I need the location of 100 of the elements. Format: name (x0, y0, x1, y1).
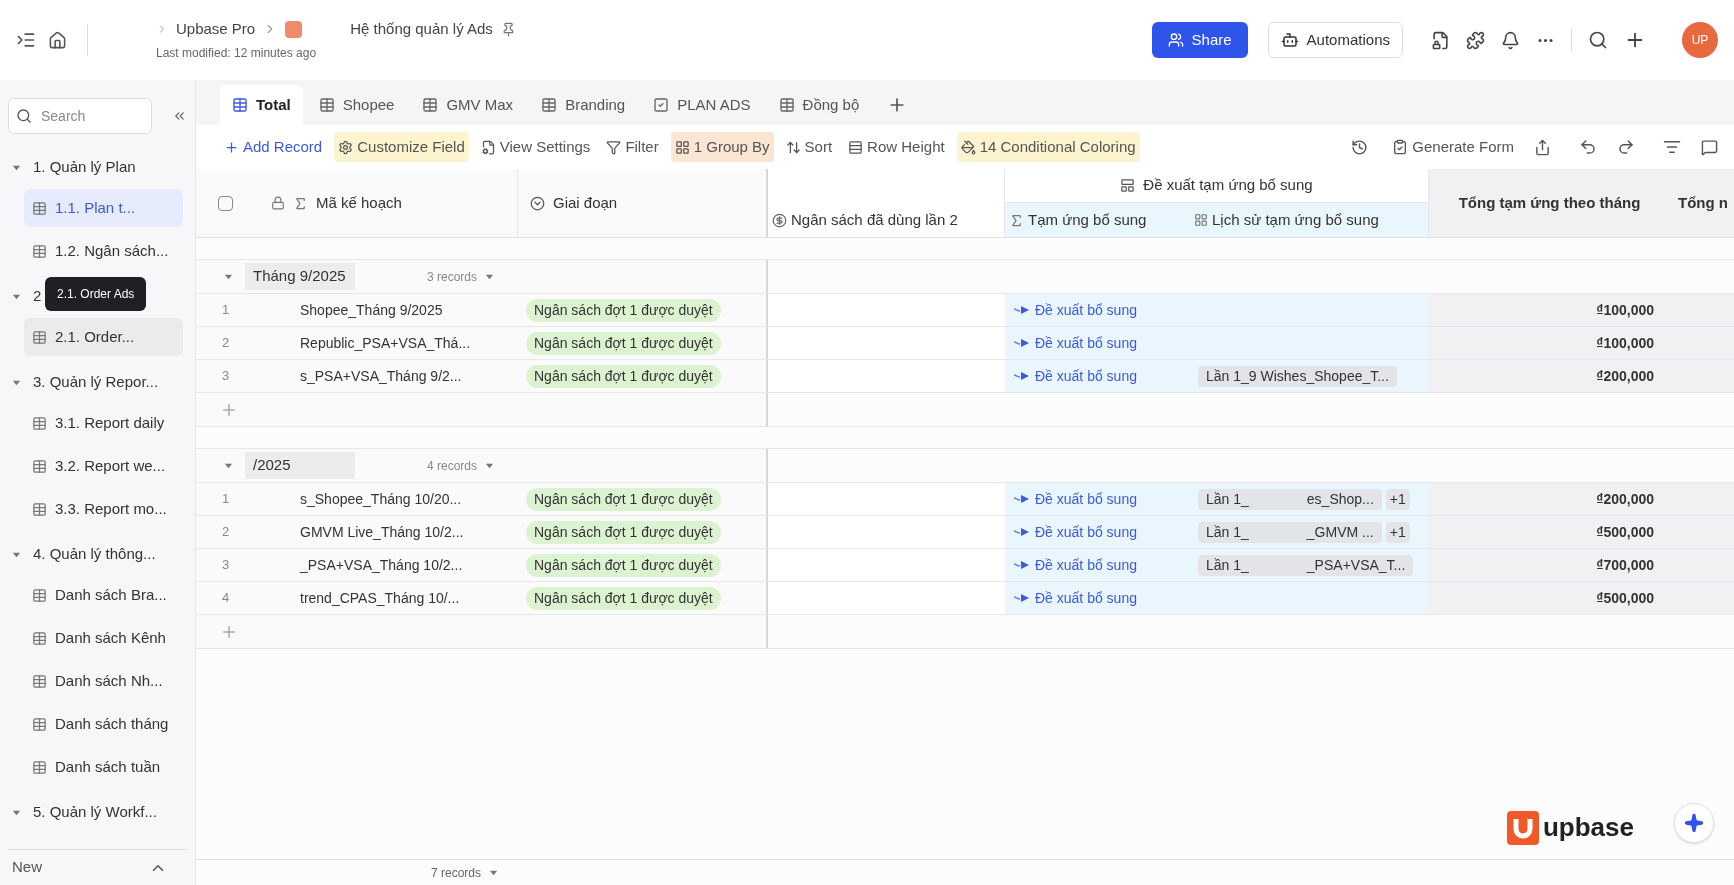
sidebar-item[interactable]: Danh sách tháng (24, 705, 183, 743)
status-tag: Ngân sách đợt 1 được duyệt (526, 520, 721, 544)
column-header[interactable]: Giai đoạn (518, 169, 768, 237)
toolbar-button[interactable]: Filter (602, 132, 663, 162)
puzzle-icon[interactable] (1466, 30, 1485, 50)
amount-cell: ₫200,000 (1428, 360, 1670, 392)
clipboard-icon (1392, 139, 1409, 155)
share-button[interactable]: Share (1151, 22, 1248, 58)
sidebar-item[interactable]: 2.1. Order... (24, 318, 183, 356)
sparkle-icon (1684, 813, 1704, 833)
dropdown-icon (530, 195, 545, 211)
table-icon (232, 97, 248, 113)
status-tag: Ngân sách đợt 1 được duyệt (526, 298, 721, 322)
layout-icon (1120, 178, 1136, 193)
redo-icon[interactable] (1617, 138, 1635, 156)
robot-icon (1280, 31, 1299, 49)
table-icon (422, 97, 439, 113)
record-tag: Lần 1_ es_Shop... (1198, 488, 1382, 510)
arrow-icon (1013, 371, 1031, 381)
sidebar-item[interactable]: 1.1. Plan t... (24, 189, 183, 227)
group-label: /2025 (245, 452, 355, 479)
sidebar-group[interactable]: 1. Quản lý Plan (0, 156, 136, 179)
document-icon[interactable] (1431, 30, 1450, 50)
pin-icon[interactable] (500, 21, 516, 37)
plus-icon (224, 139, 239, 155)
sidebar-group[interactable]: 5. Quản lý Workf... (0, 801, 157, 824)
view-tab[interactable]: PLAN ADS (641, 85, 763, 125)
sidebar-item[interactable]: 1.2. Ngân sách... (24, 232, 183, 270)
rows-icon (848, 139, 864, 155)
caret-icon[interactable] (12, 378, 21, 387)
last-modified: Last modified: 12 minutes ago (156, 45, 318, 63)
base-title: Hệ thống quản lý Ads (350, 18, 493, 39)
toolbar-button[interactable]: Customize Field (334, 132, 469, 162)
gear-icon (338, 139, 354, 155)
currency-icon (772, 212, 787, 228)
toolbar-button[interactable]: Sort (781, 132, 837, 162)
filter-icon (606, 139, 622, 155)
caret-icon[interactable] (12, 163, 21, 172)
new-button[interactable]: New (12, 856, 42, 879)
caret-icon[interactable] (489, 868, 499, 877)
caret-icon[interactable] (12, 292, 21, 301)
view-tab[interactable]: Đồng bộ (766, 85, 872, 125)
sidebar-item[interactable]: Danh sách Nh... (24, 662, 183, 700)
comment-icon[interactable] (1701, 138, 1718, 156)
table-icon (32, 673, 47, 689)
share-icon[interactable] (1534, 138, 1551, 156)
sidebar-item[interactable]: Danh sách Bra... (24, 576, 183, 614)
record-count[interactable]: 3 records (427, 267, 495, 286)
column-header[interactable]: Tạm ứng bổ sung (1005, 203, 1190, 237)
view-tab[interactable]: Branding (529, 85, 638, 125)
view-tab[interactable]: Shopee (306, 85, 407, 125)
history-icon[interactable] (1351, 138, 1369, 156)
total-records[interactable]: 7 records (431, 863, 499, 882)
view-tab[interactable]: Total (220, 85, 303, 125)
record-count[interactable]: 4 records (427, 456, 495, 475)
table-icon (541, 97, 558, 113)
toolbar-button[interactable]: View Settings (476, 132, 595, 162)
base-icon (285, 20, 303, 38)
caret-icon[interactable] (485, 461, 495, 470)
column-header[interactable]: Mã kế hoạch (255, 169, 518, 237)
sidebar-item[interactable]: Danh sách tuần (24, 748, 183, 786)
breadcrumb-link[interactable]: Upbase Pro (176, 17, 256, 41)
view-tab[interactable]: GMV Max (410, 85, 526, 125)
sidebar-toggle-icon[interactable] (16, 30, 36, 50)
table-icon (318, 97, 335, 113)
sidebar-group[interactable]: 3. Quản lý Repor... (0, 371, 159, 394)
sidebar-item[interactable]: Danh sách Kênh (24, 619, 183, 657)
caret-icon[interactable] (224, 272, 233, 281)
toolbar-button[interactable]: Add Record (220, 132, 327, 162)
notification-icon[interactable] (1501, 30, 1520, 50)
column-header[interactable]: Tổng n (1670, 169, 1734, 237)
toolbar-button[interactable]: 1 Group By (670, 132, 774, 162)
sidebar-item[interactable]: 3.1. Report daily (24, 404, 183, 442)
toolbar-button[interactable]: 14 Conditional Coloring (956, 132, 1140, 162)
column-header[interactable]: Tổng tạm ứng theo tháng (1428, 169, 1670, 237)
search-icon[interactable] (1588, 30, 1608, 50)
toolbar-button[interactable]: Row Height (844, 132, 949, 162)
column-header[interactable]: Lịch sử tạm ứng bổ sung (1190, 203, 1428, 237)
sidebar-item[interactable]: 3.3. Report mo... (24, 490, 183, 528)
sidebar-group[interactable]: 4. Quản lý thông... (0, 543, 156, 566)
ai-assistant-button[interactable] (1674, 803, 1714, 843)
table-icon (32, 759, 47, 775)
caret-icon[interactable] (12, 808, 21, 817)
caret-icon[interactable] (485, 272, 495, 281)
home-icon[interactable] (48, 30, 67, 50)
sidebar-item[interactable]: 3.2. Report we... (24, 447, 183, 485)
caret-icon[interactable] (224, 461, 233, 470)
amount-cell: ₫500,000 (1428, 516, 1670, 548)
select-all-checkbox[interactable] (218, 195, 233, 211)
search-field[interactable]: Search (8, 98, 152, 134)
status-tag: Ngân sách đợt 1 được duyệt (526, 586, 721, 610)
paint-bucket-icon (960, 139, 976, 155)
sidebar-group[interactable]: 2 (0, 285, 42, 308)
table-icon (32, 243, 47, 259)
automations-button[interactable]: Automations (1267, 22, 1403, 58)
caret-icon[interactable] (12, 550, 21, 559)
generate-form-button[interactable]: Generate Form (1392, 135, 1514, 159)
arrow-icon (1013, 305, 1031, 315)
more-count: +1 (1385, 521, 1410, 543)
undo-icon[interactable] (1579, 138, 1597, 156)
